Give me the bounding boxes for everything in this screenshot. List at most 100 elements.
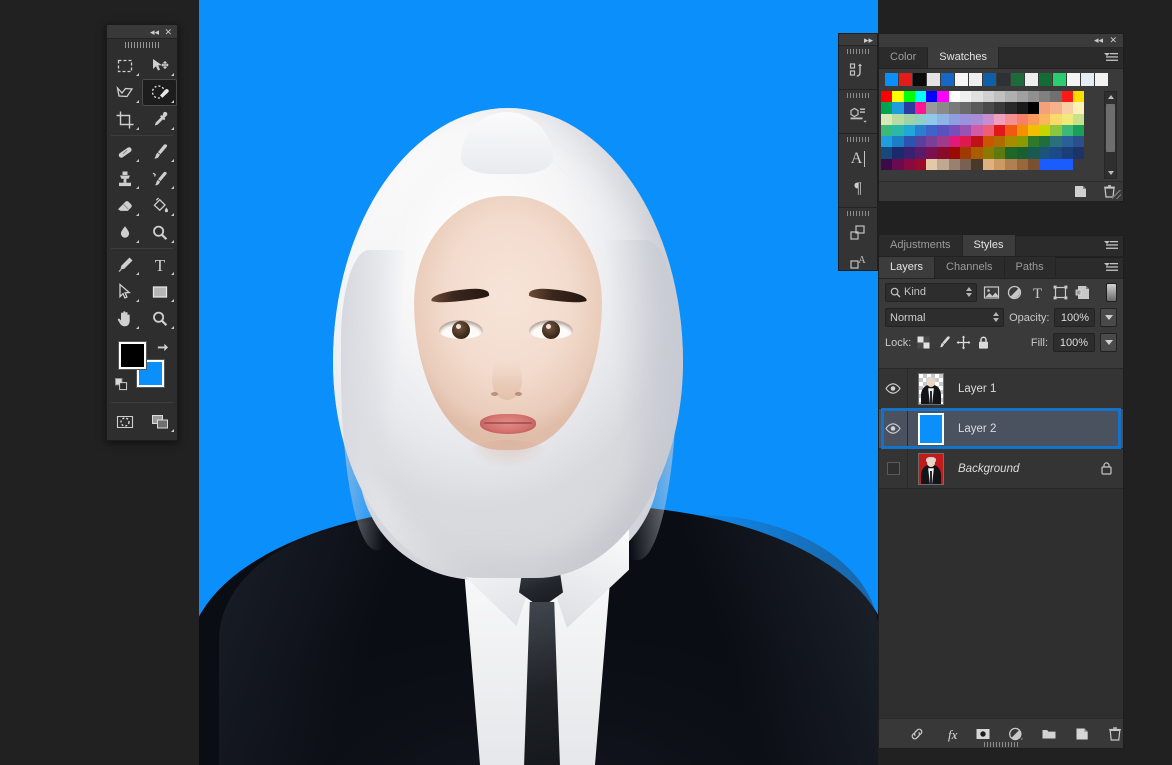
tab-adjustments[interactable]: Adjustments bbox=[879, 235, 963, 256]
layer-filter-toggle[interactable] bbox=[1106, 283, 1117, 302]
layer-visibility-toggle[interactable] bbox=[879, 409, 908, 448]
measurement-log-icon[interactable] bbox=[839, 100, 877, 130]
color-swatch[interactable] bbox=[971, 91, 982, 102]
swatches-grid[interactable] bbox=[881, 91, 1085, 170]
tab-styles[interactable]: Styles bbox=[963, 235, 1016, 256]
color-swatch[interactable] bbox=[983, 102, 994, 113]
tab-color[interactable]: Color bbox=[879, 47, 928, 68]
recent-swatch[interactable] bbox=[913, 73, 926, 86]
gradient-tool[interactable] bbox=[142, 192, 177, 219]
dodge-tool[interactable] bbox=[142, 219, 177, 246]
swap-colors-icon[interactable] bbox=[156, 340, 169, 353]
color-swatch[interactable] bbox=[1050, 136, 1061, 147]
move-tool[interactable] bbox=[142, 52, 177, 79]
color-swatch[interactable] bbox=[1017, 147, 1028, 158]
color-swatch[interactable] bbox=[937, 102, 948, 113]
color-swatch[interactable] bbox=[1039, 91, 1050, 102]
tab-layers[interactable]: Layers bbox=[879, 257, 935, 278]
character-icon[interactable]: A bbox=[839, 144, 877, 174]
color-swatch[interactable] bbox=[971, 159, 982, 170]
eraser-tool[interactable] bbox=[107, 192, 142, 219]
color-swatch[interactable] bbox=[892, 102, 903, 113]
default-colors-icon[interactable] bbox=[115, 378, 128, 391]
color-swatch[interactable] bbox=[1050, 102, 1061, 113]
kind-spinner-icon[interactable] bbox=[966, 287, 972, 297]
swatches-close-button[interactable]: ✕ bbox=[1109, 35, 1117, 46]
lock-transparent-pixels-button[interactable] bbox=[916, 335, 931, 350]
recent-swatch[interactable] bbox=[927, 73, 940, 86]
color-swatch[interactable] bbox=[1005, 114, 1016, 125]
lock-all-button[interactable] bbox=[976, 335, 991, 350]
color-swatch[interactable] bbox=[915, 136, 926, 147]
color-swatch[interactable] bbox=[983, 91, 994, 102]
color-swatch[interactable] bbox=[1005, 125, 1016, 136]
recent-swatch[interactable] bbox=[969, 73, 982, 86]
tools-panel-grip[interactable] bbox=[107, 39, 177, 50]
color-swatch[interactable] bbox=[937, 91, 948, 102]
layer-comps-icon[interactable] bbox=[839, 218, 877, 248]
color-swatch[interactable] bbox=[926, 147, 937, 158]
color-swatch[interactable] bbox=[971, 147, 982, 158]
delete-layer-button[interactable] bbox=[1107, 726, 1123, 742]
swatches-resize-grip[interactable] bbox=[1112, 190, 1121, 199]
color-swatch[interactable] bbox=[1062, 147, 1073, 158]
recent-swatch[interactable] bbox=[1095, 73, 1108, 86]
color-swatch[interactable] bbox=[994, 147, 1005, 158]
color-swatch[interactable] bbox=[892, 147, 903, 158]
color-swatch[interactable] bbox=[1017, 136, 1028, 147]
clone-stamp-tool[interactable] bbox=[107, 165, 142, 192]
color-swatch[interactable] bbox=[915, 147, 926, 158]
new-layer-button[interactable] bbox=[1074, 726, 1090, 742]
screen-mode-button[interactable] bbox=[142, 408, 177, 435]
color-swatch[interactable] bbox=[971, 114, 982, 125]
color-swatch[interactable] bbox=[915, 102, 926, 113]
recent-swatch[interactable] bbox=[885, 73, 898, 86]
color-swatch[interactable] bbox=[1073, 159, 1084, 170]
color-swatch[interactable] bbox=[937, 136, 948, 147]
color-swatch[interactable] bbox=[971, 136, 982, 147]
color-swatch[interactable] bbox=[881, 102, 892, 113]
color-swatch[interactable] bbox=[892, 91, 903, 102]
color-swatch[interactable] bbox=[994, 136, 1005, 147]
color-swatch[interactable] bbox=[1073, 91, 1084, 102]
color-swatch[interactable] bbox=[904, 159, 915, 170]
color-swatch[interactable] bbox=[960, 136, 971, 147]
color-swatch[interactable] bbox=[937, 114, 948, 125]
color-swatch[interactable] bbox=[1062, 159, 1073, 170]
quick-selection-tool[interactable] bbox=[142, 79, 177, 106]
color-swatch[interactable] bbox=[949, 159, 960, 170]
fill-dropdown-button[interactable] bbox=[1100, 333, 1117, 352]
lock-image-pixels-button[interactable] bbox=[936, 335, 951, 350]
color-swatch[interactable] bbox=[960, 102, 971, 113]
filter-adjustment-layers[interactable] bbox=[1006, 284, 1023, 301]
rail-grip-4[interactable] bbox=[839, 208, 877, 218]
color-swatch[interactable] bbox=[881, 125, 892, 136]
color-swatch[interactable] bbox=[960, 114, 971, 125]
color-swatch[interactable] bbox=[983, 125, 994, 136]
table-row[interactable]: Layer 1 bbox=[879, 369, 1123, 409]
color-swatch[interactable] bbox=[1005, 147, 1016, 158]
color-swatch[interactable] bbox=[949, 102, 960, 113]
history-icon[interactable] bbox=[839, 56, 877, 86]
tab-swatches[interactable]: Swatches bbox=[928, 47, 999, 68]
eyedropper-tool[interactable] bbox=[142, 106, 177, 133]
color-swatch[interactable] bbox=[1050, 91, 1061, 102]
color-swatch[interactable] bbox=[949, 136, 960, 147]
recent-swatch[interactable] bbox=[1025, 73, 1038, 86]
color-swatch[interactable] bbox=[1028, 102, 1039, 113]
swatches-panel-menu-icon[interactable] bbox=[1104, 52, 1118, 63]
tab-channels[interactable]: Channels bbox=[935, 257, 1004, 278]
color-swatch[interactable] bbox=[1028, 136, 1039, 147]
color-swatch[interactable] bbox=[1017, 159, 1028, 170]
color-swatch[interactable] bbox=[881, 91, 892, 102]
color-swatch[interactable] bbox=[881, 114, 892, 125]
color-swatch[interactable] bbox=[1062, 136, 1073, 147]
rail-expand-button[interactable]: ▸▸ bbox=[864, 35, 873, 46]
color-swatch[interactable] bbox=[1073, 114, 1084, 125]
color-swatch[interactable] bbox=[904, 136, 915, 147]
path-selection-tool[interactable] bbox=[107, 278, 142, 305]
color-swatch[interactable] bbox=[904, 125, 915, 136]
color-swatch[interactable] bbox=[1073, 136, 1084, 147]
color-swatch[interactable] bbox=[960, 159, 971, 170]
color-swatch[interactable] bbox=[904, 91, 915, 102]
